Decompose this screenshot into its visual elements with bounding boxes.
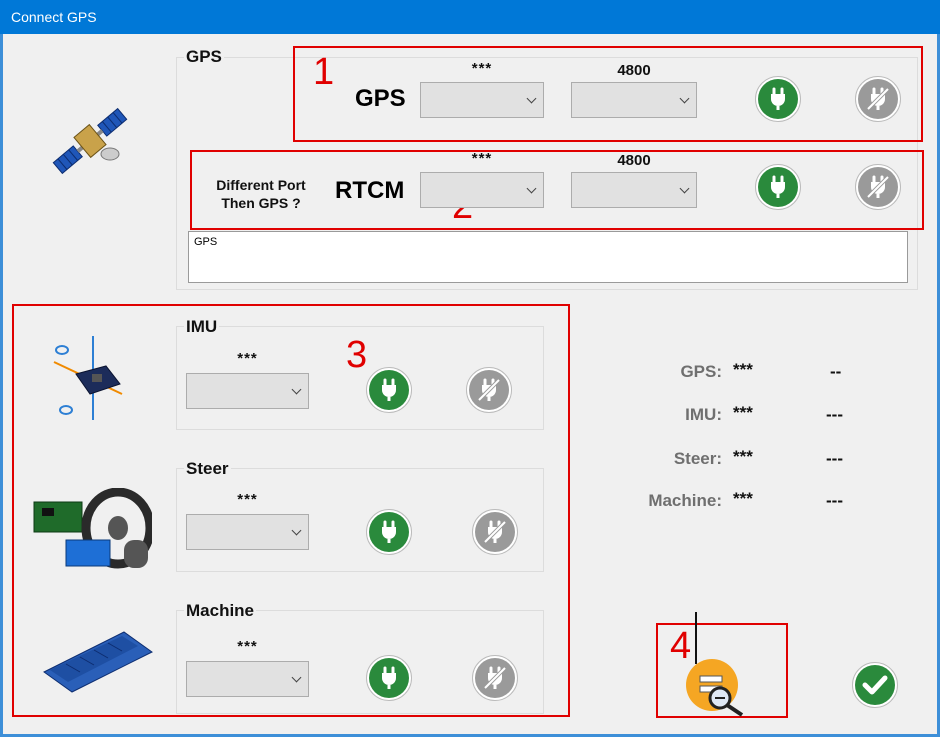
steer-port-label: *** [237,491,258,508]
chevron-down-icon [291,525,302,536]
plug-connect-icon [382,666,396,689]
gps-disconnect-button[interactable] [855,76,901,122]
status-imu-state: --- [826,405,843,424]
port-search-icon [686,659,744,717]
window-border-left [0,34,3,737]
rtcm-connect-button[interactable] [755,164,801,210]
status-steer-label: Steer: [673,449,722,468]
gps-port-label: *** [471,60,493,77]
plug-disconnect-icon [483,520,507,544]
status-gps-state: -- [830,362,842,381]
satellite-icon [44,96,136,186]
plug-disconnect-icon [477,378,501,402]
machine-port-label: *** [237,638,258,655]
annotation-number-1: 1 [313,51,335,93]
machine-group-title: Machine [184,601,257,621]
plug-disconnect-icon [483,666,507,690]
window-title: Connect GPS [11,9,97,25]
plug-connect-icon [382,520,396,543]
chevron-down-icon [526,93,537,104]
rtcm-disconnect-button[interactable] [855,164,901,210]
window-titlebar: Connect GPS [0,0,940,34]
imu-port-select[interactable] [186,373,309,409]
rtcm-row-label: RTCM [335,177,405,204]
imu-group-title: IMU [184,317,220,337]
rtcm-baud-label: 4800 [617,152,651,169]
gps-row-label: GPS [355,85,406,112]
status-gps-label: GPS: [680,362,722,381]
gps-baud-select[interactable] [571,82,697,118]
ok-button[interactable] [852,662,898,708]
imu-connect-button[interactable] [366,367,412,413]
chevron-down-icon [291,672,302,683]
rtcm-baud-select[interactable] [571,172,697,208]
plug-connect-icon [771,175,785,198]
steer-disconnect-button[interactable] [472,509,518,555]
steer-group-title: Steer [184,459,231,479]
status-machine-port: *** [733,489,753,508]
machine-disconnect-button[interactable] [472,655,518,701]
steer-connect-button[interactable] [366,509,412,555]
chevron-down-icon [679,183,690,194]
gps-log-textbox[interactable]: GPS [188,231,908,283]
gps-connect-button[interactable] [755,76,801,122]
gps-baud-label: 4800 [617,62,651,79]
plug-disconnect-icon [866,87,890,111]
status-gps-port: *** [733,360,753,379]
pointer-line [695,612,697,664]
plug-connect-icon [771,87,785,110]
chevron-down-icon [679,93,690,104]
status-machine-label: Machine: [648,491,722,510]
plug-disconnect-icon [866,175,890,199]
imu-disconnect-button[interactable] [466,367,512,413]
steer-port-select[interactable] [186,514,309,550]
machine-port-select[interactable] [186,661,309,697]
gps-port-select[interactable] [420,82,544,118]
imu-board-icon [48,332,128,424]
steering-wheel-icon [32,487,155,572]
different-port-line1: Different Port [216,177,306,193]
rtcm-port-label: *** [471,150,493,167]
relay-board-icon [40,628,154,696]
chevron-down-icon [291,384,302,395]
imu-port-label: *** [237,350,258,367]
search-ports-button[interactable] [686,658,746,718]
status-machine-state: --- [826,491,843,510]
different-port-line2: Then GPS ? [221,195,301,211]
status-imu-label: IMU: [685,405,722,424]
different-port-label: Different Port Then GPS ? [202,176,320,212]
status-steer-state: --- [826,449,843,468]
status-imu-port: *** [733,403,753,422]
gps-group-title: GPS [184,47,224,67]
checkmark-icon [862,675,888,695]
status-steer-port: *** [733,447,753,466]
machine-connect-button[interactable] [366,655,412,701]
plug-connect-icon [382,378,396,401]
chevron-down-icon [526,183,537,194]
rtcm-port-select[interactable] [420,172,544,208]
